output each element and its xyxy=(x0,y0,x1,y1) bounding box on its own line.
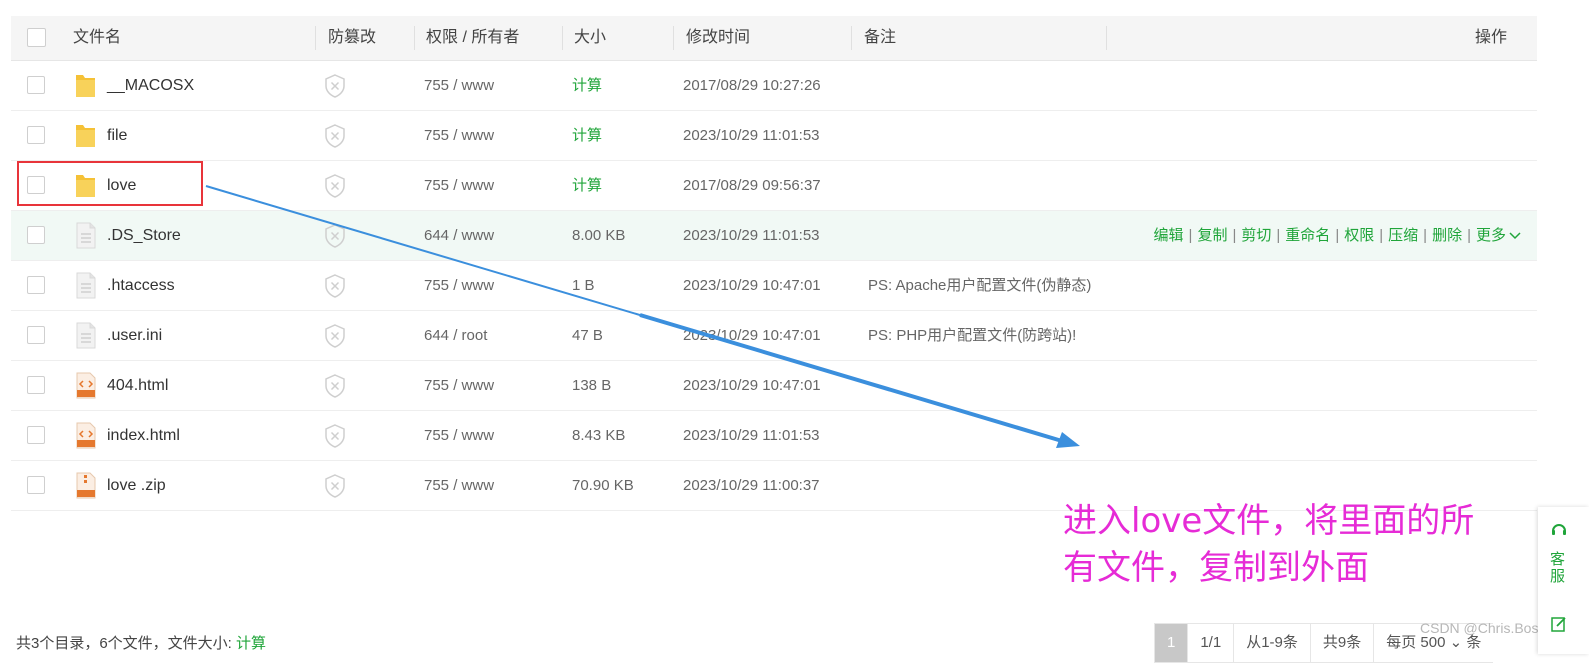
summary-calc-link[interactable]: 计算 xyxy=(236,635,266,652)
annotation-text: 进入love文件，将里面的所 有文件，复制到外面 xyxy=(1063,498,1474,592)
page-total: 共9条 xyxy=(1309,623,1374,663)
headset-icon xyxy=(1552,524,1566,535)
arrow-head xyxy=(1056,432,1080,448)
customer-service-label: 客服 xyxy=(1550,551,1566,585)
customer-service-widget[interactable]: 客服 xyxy=(1538,507,1589,654)
arrow-line-thick xyxy=(639,313,1063,443)
annotation-line-1: 进入love文件，将里面的所 xyxy=(1063,501,1475,541)
watermark: CSDN @Chris.Bosh xyxy=(1420,620,1547,636)
edit-icon xyxy=(1551,617,1566,632)
annotation-line-2: 有文件，复制到外面 xyxy=(1063,548,1369,588)
footer-summary: 共3个目录，6个文件，文件大小: 计算 xyxy=(16,632,266,653)
page-current[interactable]: 1 xyxy=(1154,623,1188,663)
page-of: 1/1 xyxy=(1187,623,1234,663)
summary-text: 共3个目录，6个文件，文件大小: xyxy=(16,635,237,652)
page-range: 从1-9条 xyxy=(1233,623,1310,663)
